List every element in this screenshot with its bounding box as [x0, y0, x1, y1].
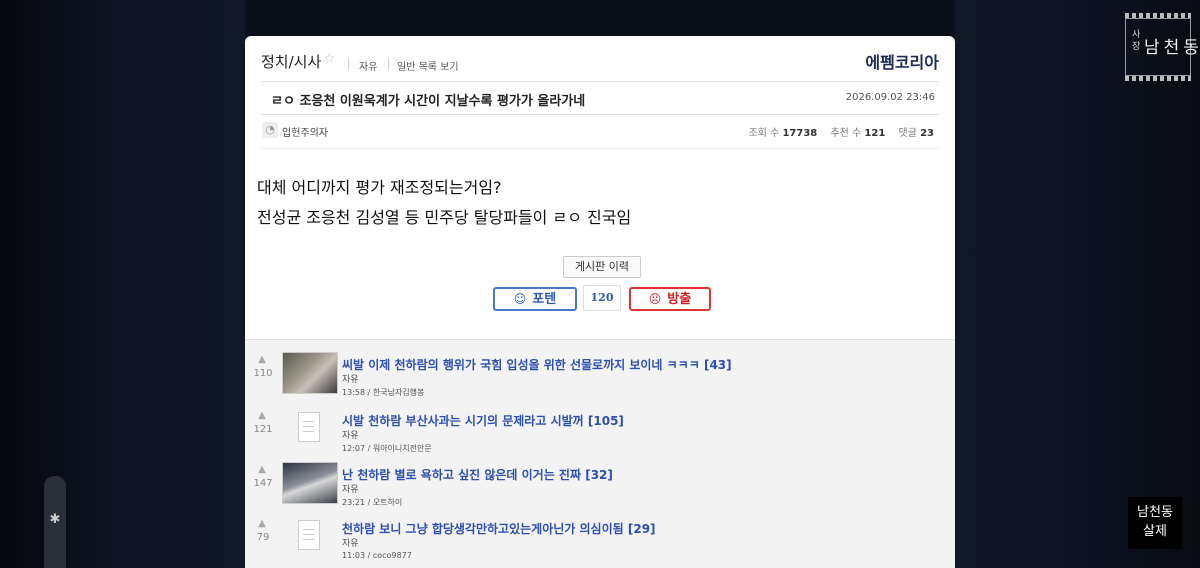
post-title: ㄹㅇ 조응천 이원욱계가 시간이 지날수록 평가가 올라가네	[271, 94, 586, 109]
post-thumbnail[interactable]	[282, 462, 338, 504]
comments-label: 댓글	[898, 128, 917, 139]
list-item-category: 자유	[342, 539, 359, 549]
downvote-button[interactable]: ☹ 방출	[629, 287, 711, 311]
list-item-meta: 13:58 / 한국남자김행봉	[342, 388, 425, 397]
author-row: ◔ 입헌주의자 조회 수 17738 추천 수 121 댓글 23	[261, 116, 939, 149]
badge-main-text: 남천동	[1144, 38, 1200, 58]
smile-face-icon: ☺	[513, 292, 527, 306]
list-item-category: 자유	[342, 375, 359, 385]
site-logo[interactable]: 에펨코리아	[865, 49, 939, 73]
list-item-category: 자유	[342, 431, 359, 441]
post-title-row: ㄹㅇ 조응천 이원욱계가 시간이 지날수록 평가가 올라가네 2026.09.0…	[261, 82, 939, 115]
free-board-link[interactable]: 자유	[359, 58, 377, 73]
comment-count: [105]	[587, 414, 624, 428]
upvote-button[interactable]: ☺ 포텐	[493, 287, 577, 311]
corner-line: 남천동	[1137, 505, 1173, 520]
list-item-title[interactable]: 천하람 보니 그냥 합당생각만하고있는게아닌가 의심이됨 [29]	[342, 520, 656, 537]
like-count: 110	[253, 368, 273, 379]
up-arrow-icon: ▲	[258, 410, 266, 421]
post-card: 정치/시사 ☆ 자유 일반 목록 보기 에펨코리아 ㄹㅇ 조응천 이원욱계가 시…	[245, 36, 955, 568]
corner-line: 살제	[1143, 524, 1167, 539]
comment-count: [32]	[585, 468, 613, 482]
list-item-title[interactable]: 씨발 이제 천하람의 행위가 국힘 입성을 위한 선물로까지 보이네 ㅋㅋㅋ […	[342, 356, 732, 373]
upvote-label: 포텐	[532, 292, 557, 307]
list-item-meta: 11:03 / coco9877	[342, 551, 412, 560]
board-history-button[interactable]: 게시판 이력	[563, 256, 641, 278]
like-count: 79	[256, 532, 270, 543]
views-label: 조회 수	[748, 128, 780, 139]
document-icon	[282, 516, 336, 556]
comment-count: [29]	[627, 522, 656, 536]
list-item[interactable]: ▲ 79 천하람 보니 그냥 합당생각만하고있는게아닌가 의심이됨 [29] 자…	[245, 514, 955, 568]
divider	[388, 58, 389, 70]
views-count: 17738	[782, 128, 818, 139]
accessibility-icon[interactable]: ✱	[48, 512, 62, 527]
film-strip-decoration	[1125, 13, 1191, 18]
angry-face-icon: ☹	[648, 292, 662, 306]
background-right	[955, 0, 1200, 568]
badge-small-text: 사장	[1132, 30, 1141, 52]
document-icon	[282, 408, 336, 448]
list-item-title[interactable]: 시발 천하람 부산사과는 시기의 문제라고 시발꺼 [105]	[342, 412, 624, 429]
corner-watermark: 남천동 살제	[1128, 497, 1182, 549]
post-body-line: 대체 어디까지 평가 재조정되는거임?	[257, 178, 502, 197]
list-item[interactable]: ▲ 110 씨발 이제 천하람의 행위가 국힘 입성을 위한 선물로까지 보이네…	[245, 350, 955, 404]
post-date: 2026.09.02 23:46	[845, 92, 935, 103]
list-item[interactable]: ▲ 121 시발 천하람 부산사과는 시기의 문제라고 시발꺼 [105] 자유…	[245, 406, 955, 460]
post-thumbnail[interactable]	[282, 352, 338, 394]
comments-count[interactable]: 23	[920, 128, 934, 139]
film-strip-decoration	[1125, 76, 1191, 81]
list-item-meta: 12:07 / 워아이니치전안문	[342, 444, 432, 453]
recommend-count: 121	[864, 128, 886, 139]
vote-count: 120	[583, 285, 621, 311]
recommend-label: 추천 수	[830, 128, 862, 139]
comment-count: [43]	[703, 358, 732, 372]
up-arrow-icon: ▲	[258, 464, 266, 475]
up-arrow-icon: ▲	[258, 354, 266, 365]
list-item[interactable]: ▲ 147 난 천하람 별로 욕하고 싶진 않은데 이거는 진짜 [32] 자유…	[245, 460, 955, 514]
like-count: 147	[253, 478, 273, 489]
star-icon[interactable]: ☆	[323, 51, 336, 67]
side-panel-handle[interactable]: ✱	[44, 476, 66, 568]
background-left	[0, 0, 245, 568]
downvote-label: 방출	[667, 292, 692, 307]
list-item-category: 자유	[342, 485, 359, 495]
board-title[interactable]: 정치/시사	[261, 51, 321, 72]
author-name[interactable]: 입헌주의자	[282, 124, 328, 139]
list-view-link[interactable]: 일반 목록 보기	[397, 58, 459, 73]
list-item-meta: 23:21 / 오트하이	[342, 498, 403, 507]
like-count: 121	[253, 424, 273, 435]
document-icon-page	[298, 520, 320, 550]
document-icon-page	[298, 412, 320, 442]
related-posts-list: ▲ 110 씨발 이제 천하람의 행위가 국힘 입성을 위한 선물로까지 보이네…	[245, 339, 955, 568]
post-body-line: 전성균 조응천 김성열 등 민주당 탈당파들이 ㄹㅇ 진국임	[257, 208, 632, 227]
divider	[348, 58, 349, 70]
post-stats: 조회 수 17738 추천 수 121 댓글 23	[749, 124, 935, 139]
avatar[interactable]: ◔	[262, 122, 278, 138]
up-arrow-icon: ▲	[258, 518, 266, 529]
channel-badge: 사장 남천동	[1125, 13, 1199, 81]
list-item-title[interactable]: 난 천하람 별로 욕하고 싶진 않은데 이거는 진짜 [32]	[342, 466, 613, 483]
board-header: 정치/시사 ☆ 자유 일반 목록 보기 에펨코리아	[261, 36, 939, 82]
